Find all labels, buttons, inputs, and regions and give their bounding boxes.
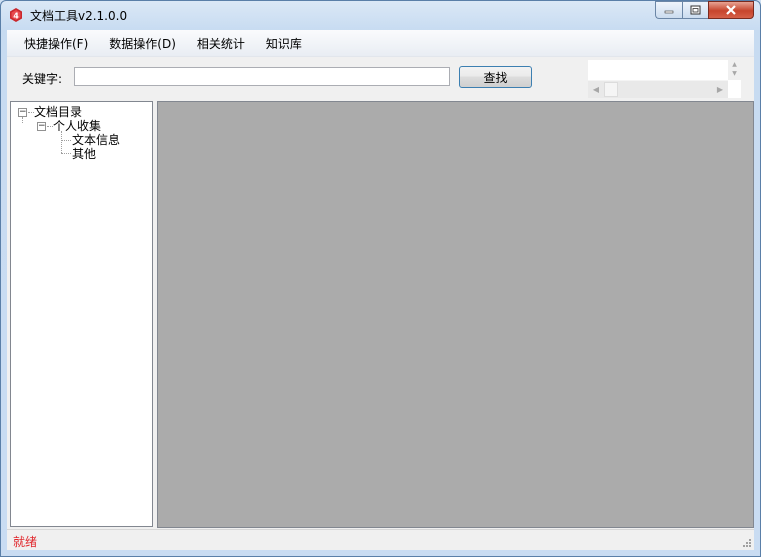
scroll-down-icon[interactable]: ▼ — [728, 69, 741, 78]
document-tree[interactable]: − 文档目录 − 个人收集 文本信息 其他 — [10, 101, 153, 527]
tree-line — [22, 117, 23, 123]
close-button[interactable] — [708, 1, 754, 19]
scroll-panel: ▲ ▼ ◀ ▶ — [588, 60, 741, 98]
scroll-thumb[interactable] — [604, 82, 618, 97]
minimize-icon — [664, 10, 674, 14]
menu-quick-ops[interactable]: 快捷操作(F) — [13, 33, 98, 54]
client-area: 快捷操作(F) 数据操作(D) 相关统计 知识库 关键字: 查找 ▲ ▼ ◀ ▶… — [7, 30, 754, 550]
scroll-right-icon[interactable]: ▶ — [712, 81, 728, 98]
window-title: 文档工具v2.1.0.0 — [30, 9, 128, 23]
main-window: 4 文档工具v2.1.0.0 快捷操作(F) 数据操作(D) 相关统计 知识库 … — [0, 0, 761, 557]
vertical-scrollbar[interactable]: ▲ ▼ — [728, 60, 741, 80]
menu-data-ops[interactable]: 数据操作(D) — [98, 33, 186, 54]
maximize-icon — [690, 5, 701, 15]
scroll-left-icon[interactable]: ◀ — [588, 81, 604, 98]
tree-node-root[interactable]: 文档目录 — [34, 105, 82, 119]
resize-grip-icon[interactable] — [741, 537, 751, 547]
window-controls — [655, 1, 754, 21]
maximize-button[interactable] — [682, 1, 708, 19]
horizontal-scrollbar[interactable]: ◀ ▶ — [588, 80, 728, 98]
keyword-label: 关键字: — [22, 72, 63, 86]
collapse-icon[interactable]: − — [18, 108, 27, 117]
keyword-input[interactable] — [74, 67, 450, 86]
close-icon — [726, 5, 736, 15]
tree-node-text-info[interactable]: 文本信息 — [72, 133, 120, 147]
status-bar: 就绪 — [7, 529, 754, 550]
app-logo-icon: 4 — [10, 8, 22, 22]
tree-line — [61, 153, 71, 154]
svg-text:4: 4 — [13, 12, 19, 21]
status-text: 就绪 — [13, 535, 38, 549]
tree-line — [61, 140, 71, 141]
scroll-up-icon[interactable]: ▲ — [728, 60, 741, 69]
minimize-button[interactable] — [655, 1, 682, 19]
tree-line — [61, 131, 62, 153]
title-bar[interactable]: 4 文档工具v2.1.0.0 — [1, 1, 760, 29]
collapse-icon[interactable]: − — [37, 122, 46, 131]
menu-knowledge-base[interactable]: 知识库 — [255, 33, 312, 54]
menu-statistics[interactable]: 相关统计 — [186, 33, 255, 54]
search-button[interactable]: 查找 — [459, 66, 532, 88]
content-area[interactable] — [157, 101, 754, 528]
menu-bar: 快捷操作(F) 数据操作(D) 相关统计 知识库 — [7, 30, 754, 57]
tree-node-other[interactable]: 其他 — [72, 147, 96, 161]
